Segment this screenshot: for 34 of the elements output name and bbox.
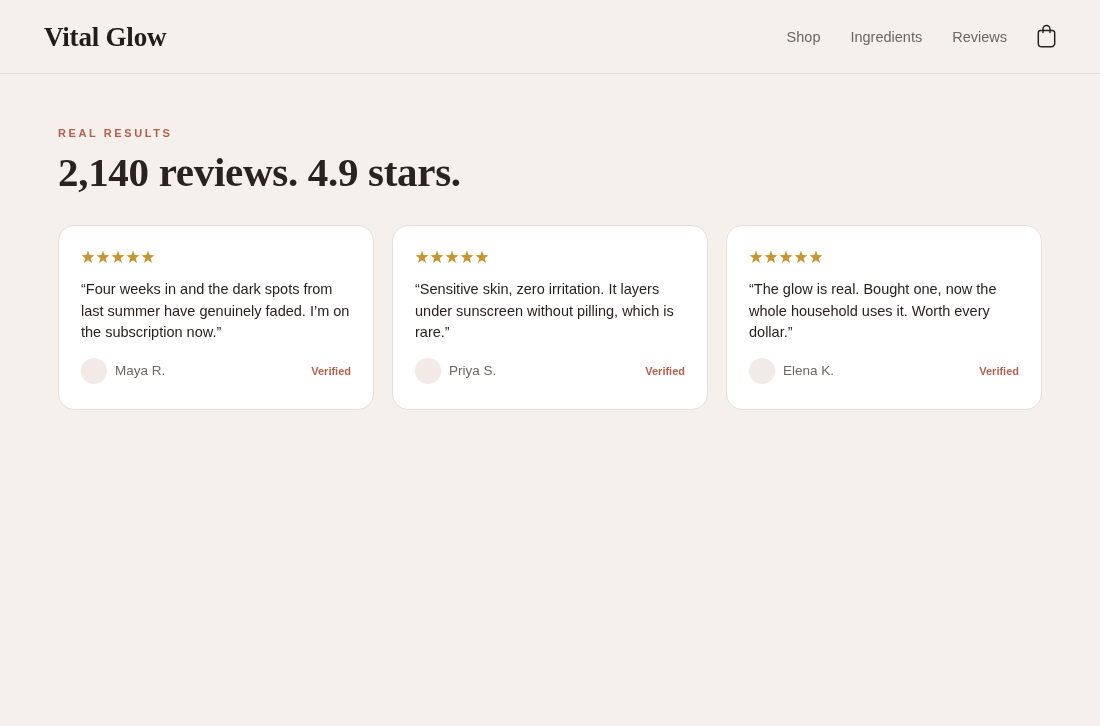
star-icon (111, 250, 125, 264)
verified-label: Verified (311, 364, 351, 377)
nav-link[interactable]: Ingredients (850, 28, 923, 45)
review-quote: “The glow is real. Bought one, now the whole household uses it. Worth every dollar.” (749, 280, 998, 342)
star-icon (749, 250, 763, 264)
avatar-icon (81, 357, 107, 384)
star-icon (81, 250, 95, 264)
star-icon (794, 250, 808, 264)
star-icon (779, 250, 793, 264)
shopping-bag-icon[interactable] (1036, 23, 1057, 48)
review-quote: “Four weeks in and the dark spots from last summer have genuinely faded. I’m on the subscription now.” (81, 280, 351, 342)
star-icon (460, 250, 474, 264)
star-icon (96, 250, 110, 264)
star-icon (141, 250, 155, 264)
nav-link[interactable]: Reviews (952, 28, 1007, 45)
star-icon (430, 250, 444, 264)
star-icon (126, 250, 140, 264)
reviewer-name: Priya S. (449, 363, 497, 378)
star-icon (764, 250, 778, 264)
section-eyebrow: REAL RESULTS (58, 126, 174, 140)
star-icon (475, 250, 489, 264)
reviewer-name: Maya R. (115, 363, 166, 378)
star-icon (415, 250, 429, 264)
avatar-icon (415, 357, 441, 384)
verified-label: Verified (645, 364, 685, 377)
review-quote: “Sensitive skin, zero irritation. It layers under sunscreen without pilling, which is rare.” (415, 280, 675, 342)
nav-link[interactable]: Shop (786, 28, 821, 45)
brand-logo[interactable]: Vital Glow (44, 21, 167, 53)
reviewer-name: Elena K. (783, 363, 835, 378)
star-icon (809, 250, 823, 264)
verified-label: Verified (979, 364, 1019, 377)
section-heading: 2,140 reviews. 4.9 stars. (58, 149, 462, 195)
avatar-icon (749, 357, 775, 384)
star-icon (445, 250, 459, 264)
